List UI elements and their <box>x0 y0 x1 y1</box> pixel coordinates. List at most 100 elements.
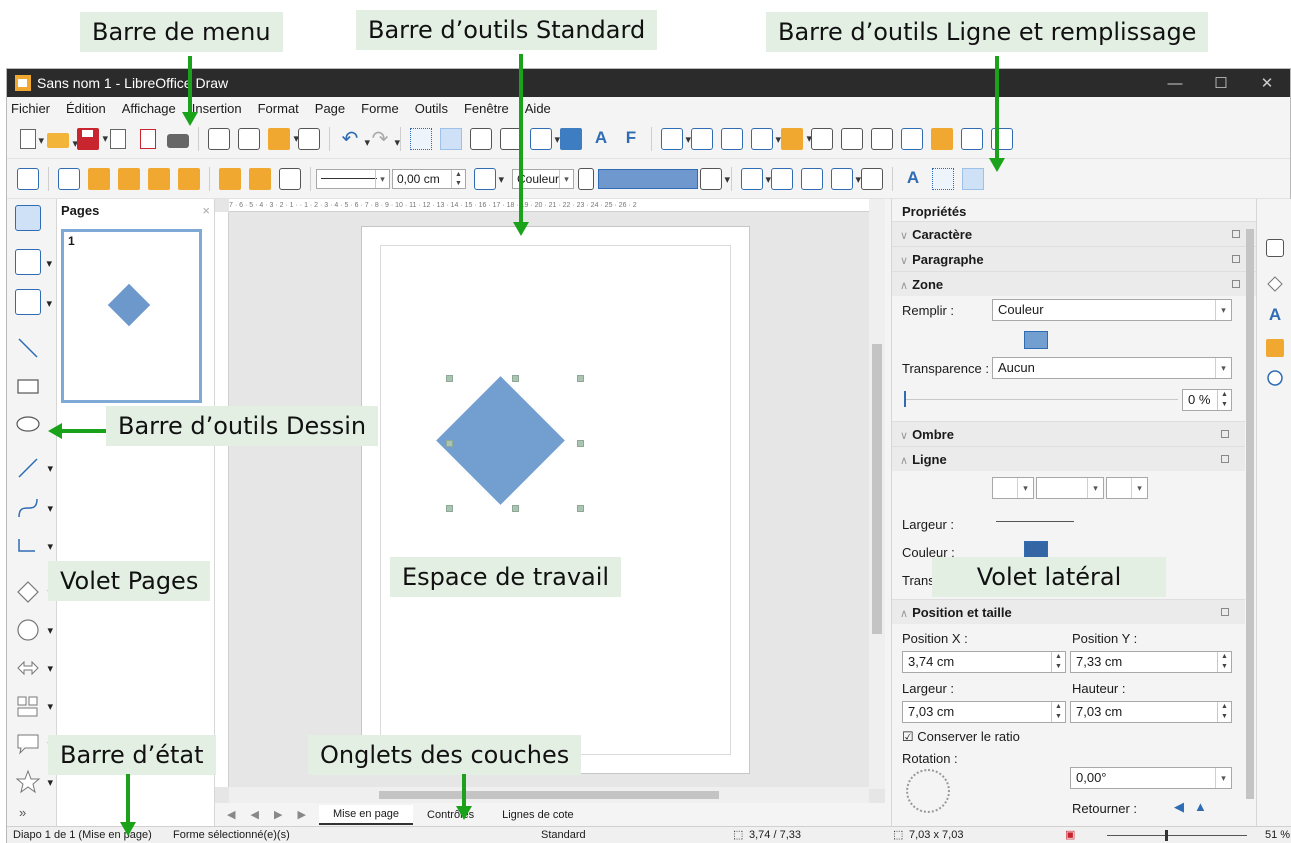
transparency-slider[interactable] <box>904 399 1178 400</box>
export-pdf-icon[interactable] <box>140 128 156 149</box>
horizontal-scrollbar[interactable] <box>229 787 869 803</box>
send-back-icon[interactable] <box>178 167 200 190</box>
fill-color-tool-icon[interactable] <box>15 289 52 315</box>
fill-color-swatch[interactable] <box>1024 331 1048 349</box>
rotation-field[interactable]: 0,00° ▾ <box>1070 767 1232 789</box>
curve-tool-icon[interactable] <box>15 495 53 521</box>
more-options-icon[interactable] <box>1221 455 1229 463</box>
block-arrows-icon[interactable] <box>15 655 53 681</box>
layer-nav-arrows[interactable]: ◀ ◀ ▶ ▶ <box>215 808 319 821</box>
save-icon[interactable] <box>77 127 108 150</box>
menu-outils[interactable]: Outils <box>415 101 448 116</box>
fill-bucket-icon[interactable] <box>578 167 594 190</box>
status-master[interactable]: Standard <box>541 827 586 843</box>
connector-tool-icon[interactable] <box>15 533 53 559</box>
section-position-taille[interactable]: ∧ Position et taille <box>892 599 1245 624</box>
properties-deck-icon[interactable] <box>1266 239 1284 257</box>
copy-icon[interactable] <box>238 127 260 150</box>
flip-horizontal-icon[interactable]: ▲ <box>1194 799 1207 814</box>
move-icon[interactable] <box>721 127 743 150</box>
flip-vertical-icon[interactable]: ◀ <box>1174 799 1184 815</box>
pages-pane-close-icon[interactable]: × <box>202 203 210 218</box>
scroll-thumb[interactable] <box>872 344 882 634</box>
in-front-object-icon[interactable] <box>219 167 241 190</box>
line-style-sidebar-select[interactable]: ▾ <box>1036 477 1104 499</box>
more-options-icon[interactable] <box>1221 430 1229 438</box>
status-zoom[interactable]: 51 % <box>1265 827 1290 843</box>
rotate-icon[interactable] <box>831 167 861 190</box>
more-options-icon[interactable] <box>1232 230 1240 238</box>
position-size-icon[interactable] <box>17 167 39 190</box>
behind-object-icon[interactable] <box>249 167 271 190</box>
menu-fenetre[interactable]: Fenêtre <box>464 101 509 116</box>
line-color-tool-icon[interactable] <box>15 249 52 275</box>
line-end-select[interactable]: ▾ <box>1106 477 1148 499</box>
minimize-button[interactable]: — <box>1152 75 1198 92</box>
selection-handle[interactable] <box>577 505 584 512</box>
line-color-icon[interactable] <box>474 167 504 190</box>
line-style-select[interactable]: ▾ <box>316 168 390 189</box>
menu-fichier[interactable]: Fichier <box>11 101 50 116</box>
menu-insertion[interactable]: Insertion <box>192 101 242 116</box>
section-ombre[interactable]: ∨ Ombre <box>892 421 1245 446</box>
more-options-icon[interactable] <box>1232 255 1240 263</box>
section-caractere[interactable]: ∨ Caractère <box>892 221 1256 246</box>
print-icon[interactable] <box>167 133 189 148</box>
transparency-select[interactable]: Aucun ▾ <box>992 357 1232 379</box>
vertical-scrollbar[interactable] <box>869 199 885 789</box>
section-paragraphe[interactable]: ∨ Paragraphe <box>892 246 1256 271</box>
arrow-style-icon[interactable] <box>741 167 771 190</box>
snap-helplines-icon[interactable] <box>962 167 984 190</box>
cut-icon[interactable] <box>208 127 230 150</box>
basic-shapes-icon[interactable] <box>15 579 53 605</box>
menu-edition[interactable]: Édition <box>66 101 106 116</box>
doc-modified-icon[interactable]: ▣ <box>1065 827 1075 843</box>
workspace[interactable]: 7 · 6 · 5 · 4 · 3 · 2 · 1 · · 1 · 2 · 3 … <box>215 199 885 826</box>
distribute-icon[interactable] <box>811 127 833 150</box>
paste-icon[interactable] <box>268 127 299 150</box>
scroll-thumb[interactable] <box>1246 229 1254 799</box>
bring-front-icon[interactable] <box>88 167 110 190</box>
shapes-deck-icon[interactable] <box>1266 275 1284 293</box>
line-width-preview[interactable] <box>996 521 1074 522</box>
rotation-dial[interactable] <box>906 769 950 813</box>
section-ligne[interactable]: ∧ Ligne <box>892 446 1245 471</box>
selection-handle[interactable] <box>512 505 519 512</box>
zoom-slider[interactable] <box>1107 835 1247 836</box>
selection-handle[interactable] <box>512 375 519 382</box>
flip-icon[interactable] <box>771 167 793 190</box>
position-x-field[interactable]: 3,74 cm ▲ ▼ <box>902 651 1066 673</box>
zoom-pan-icon[interactable] <box>470 127 492 150</box>
symbol-shapes-icon[interactable] <box>15 617 53 643</box>
clone-formatting-icon[interactable] <box>298 127 320 150</box>
menu-affichage[interactable]: Affichage <box>122 101 176 116</box>
callouts-icon[interactable] <box>15 731 53 757</box>
tab-lignes-de-cote[interactable]: Lignes de cote <box>488 806 588 824</box>
more-tools-icon[interactable]: » <box>19 805 26 820</box>
maximize-button[interactable]: ☐ <box>1198 74 1244 92</box>
sidebar-scrollbar[interactable] <box>1244 221 1256 821</box>
keep-ratio-checkbox[interactable]: ☑ Conserver le ratio <box>902 729 1020 745</box>
tab-controles[interactable]: Contrôles <box>413 806 488 824</box>
shadow-toggle-icon[interactable] <box>700 167 730 190</box>
zoom-slider-knob[interactable] <box>1165 830 1168 841</box>
page-thumbnail[interactable]: 1 <box>61 229 202 403</box>
fill-color-select[interactable] <box>598 168 698 189</box>
zoom-icon[interactable] <box>530 127 560 150</box>
close-button[interactable]: ✕ <box>1244 74 1290 92</box>
flowchart-icon[interactable] <box>15 693 53 719</box>
line-start-select[interactable]: ▾ <box>992 477 1034 499</box>
height-field[interactable]: 7,03 cm ▲ ▼ <box>1070 701 1232 723</box>
selection-handle[interactable] <box>577 440 584 447</box>
crop-icon[interactable] <box>871 127 893 150</box>
reverse-icon[interactable] <box>279 167 301 190</box>
new-document-icon[interactable] <box>20 128 44 149</box>
extrusion-icon[interactable] <box>961 127 983 150</box>
styles-deck-icon[interactable]: A <box>1266 305 1284 324</box>
selection-handle[interactable] <box>577 375 584 382</box>
export-icon[interactable] <box>110 128 126 149</box>
more-options-icon[interactable] <box>1221 608 1229 616</box>
mirror-icon[interactable] <box>801 167 823 190</box>
drawing-page[interactable] <box>361 226 750 774</box>
toggle-grid-icon[interactable] <box>932 167 954 190</box>
